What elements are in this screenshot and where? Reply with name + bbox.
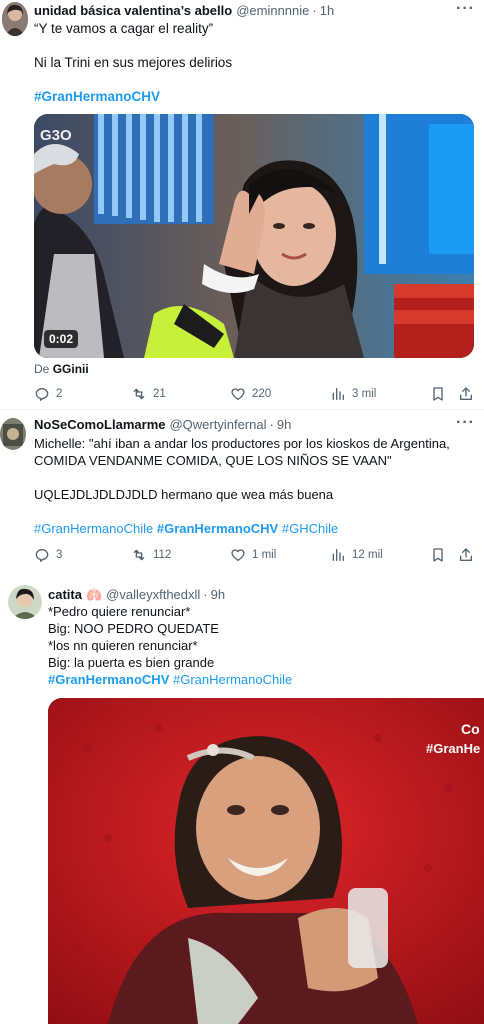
reply-icon [35,548,49,563]
tweet-header: catita 🫁 @valleyxfthedxll · 9h [48,587,225,603]
retweet-icon [133,549,145,561]
video-player[interactable]: G3O 0:02 [34,114,474,358]
text-line: Ni la Trini en sus mejores delirios [34,55,233,70]
lungs-emoji: 🫁 [85,587,103,602]
share-icon [460,548,472,561]
avatar-photo [0,418,26,450]
like-count: 220 [252,388,272,400]
reply-count: 3 [56,549,63,561]
more-icon[interactable]: ··· [456,0,475,18]
tweet-image[interactable]: Co #GranHe [48,698,484,1024]
retweet-count: 112 [153,549,172,561]
video-attribution: De GGinii [34,362,89,376]
share-icon [460,387,472,400]
reply-icon [35,387,49,402]
like-button[interactable]: 1 mil [230,547,276,563]
views-icon [332,388,344,400]
timestamp[interactable]: 9h [277,417,291,432]
user-handle[interactable]: @valleyxfthedxll [106,587,200,602]
display-name[interactable]: NoSeComoLlamarme [34,417,165,432]
views-icon [332,549,344,561]
tweet-2[interactable]: NoSeComoLlamarme @Qwertyinfernal · 9h ··… [0,410,484,582]
image-overlay-hashtag: #GranHe [426,741,480,756]
text-line: *los nn quieren renunciar* [48,638,198,653]
user-handle[interactable]: @eminnnnie [236,3,309,18]
text-line [34,469,450,486]
views-button[interactable]: 3 mil [330,386,376,402]
avatar[interactable] [8,585,42,619]
bookmark-button[interactable] [430,386,446,402]
tweet-text: “Y te vamos a cagar el reality” Ni la Tr… [34,20,232,105]
text-line [34,71,232,88]
display-name[interactable]: unidad básica valentina’s abello [34,3,232,18]
avatar-photo [2,2,28,36]
avatar-photo [8,585,42,619]
views-button[interactable]: 12 mil [330,547,383,563]
image-overlay-title: Co [461,721,480,737]
tweet-actions: 3 112 1 mil 12 mil [34,547,474,567]
display-name[interactable]: catita [48,587,82,602]
text-line: *Pedro quiere renunciar* [48,604,191,619]
like-icon [231,388,245,401]
more-icon[interactable]: ··· [456,414,475,432]
like-icon [231,549,245,562]
hashtag-link[interactable]: #GranHermanoCHV [34,89,160,104]
dot-separator: · [312,3,317,18]
bookmark-icon [433,548,443,562]
views-count: 3 mil [352,388,377,400]
timestamp[interactable]: 1h [320,3,334,18]
text-line: “Y te vamos a cagar el reality” [34,21,214,36]
user-handle[interactable]: @Qwertyinfernal [169,417,266,432]
tweet-1[interactable]: unidad básica valentina’s abello @eminnn… [0,0,484,412]
tweet-actions: 2 21 220 3 mil [34,386,474,406]
reply-button[interactable]: 2 [34,386,62,402]
retweet-icon [133,388,145,400]
reply-button[interactable]: 3 [34,547,62,563]
text-line: Big: la puerta es bien grande [48,655,215,670]
text-line: UQLEJDLJDLDJDLD hermano que wea más buen… [34,487,334,502]
bookmark-button[interactable] [430,547,446,563]
tweet-3[interactable]: catita 🫁 @valleyxfthedxll · 9h *Pedro qu… [0,580,484,1024]
tweet-header: unidad básica valentina’s abello @eminnn… [34,3,334,18]
text-line [34,503,450,520]
share-button[interactable] [458,547,474,563]
tweet-text: Michelle: "ahí iban a andar los producto… [34,435,450,537]
hashtag-link[interactable]: #GranHermanoCHV [157,521,278,536]
views-count: 12 mil [352,549,383,561]
avatar[interactable] [2,2,28,36]
text-line: Michelle: "ahí iban a andar los producto… [34,436,450,451]
share-button[interactable] [458,386,474,402]
retweet-button[interactable]: 21 [131,386,166,402]
reply-count: 2 [56,388,63,400]
tweet-text: *Pedro quiere renunciar* Big: NOO PEDRO … [48,603,292,688]
video-watermark: G3O [40,127,72,144]
timestamp[interactable]: 9h [211,587,225,602]
video-frame: G3O [34,114,474,358]
like-count: 1 mil [252,549,277,561]
retweet-count: 21 [153,388,166,400]
video-duration: 0:02 [44,330,79,348]
from-prefix: De [34,362,50,376]
like-button[interactable]: 220 [230,386,271,402]
tweet-header: NoSeComoLlamarme @Qwertyinfernal · 9h [34,417,291,432]
dot-separator: · [203,587,208,602]
text-line [34,37,232,54]
avatar[interactable] [0,418,26,450]
text-line: COMIDA VENDANME COMIDA, QUE LOS NIÑOS SE… [34,453,392,468]
bookmark-icon [433,387,443,401]
from-user[interactable]: GGinii [53,362,89,376]
text-line: Big: NOO PEDRO QUEDATE [48,621,219,636]
hashtag-link[interactable]: #GranHermanoCHV [48,672,169,687]
image-frame: Co #GranHe [48,698,484,1024]
hashtag-link[interactable]: #GranHermanoChile [34,521,153,536]
hashtag-link[interactable]: #GHChile [282,521,338,536]
dot-separator: · [269,417,274,432]
retweet-button[interactable]: 112 [131,547,171,563]
hashtag-link[interactable]: #GranHermanoChile [173,672,292,687]
